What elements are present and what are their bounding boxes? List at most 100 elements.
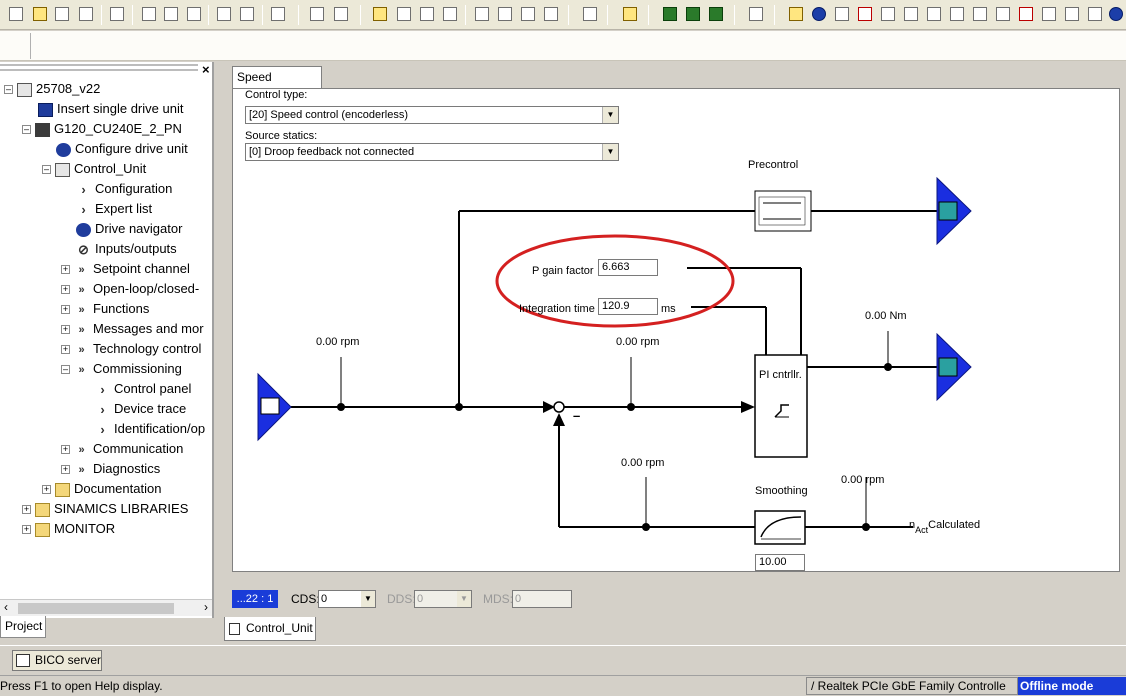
print-icon[interactable] [107,4,127,24]
gear-icon[interactable] [809,4,829,24]
paste-icon[interactable] [184,4,204,24]
tree-item-control-panel[interactable]: › Control panel [95,379,191,399]
tab-speed-controller[interactable]: Speed controller [232,66,322,104]
navigator-icon [76,222,91,237]
expert-list-icon[interactable] [786,4,806,24]
control-type-select[interactable]: [20] Speed control (encoderless) ▼ [245,106,619,124]
curve-icon[interactable] [901,4,921,24]
speed-controller-canvas: Precontrol P gain factor Integration tim… [232,88,1120,572]
tree-item-insert-drive[interactable]: Insert single drive unit [38,99,183,119]
input-connector-icon[interactable] [257,372,292,442]
chevron-down-icon[interactable]: ▼ [602,144,618,160]
tree-item-identification[interactable]: › Identification/op [95,419,205,439]
connect-icon[interactable] [472,4,492,24]
scroll-right-icon[interactable]: › [204,600,208,614]
ramp-icon[interactable] [878,4,898,24]
tree-item-control-unit[interactable]: – Control_Unit [42,159,146,179]
smoothing-time-input[interactable]: 10.00 [755,554,805,571]
tab-project[interactable]: Project [0,616,46,638]
tree-item-configure-drive[interactable]: Configure drive unit [56,139,188,159]
ram-to-rom-icon[interactable] [580,4,600,24]
cds-select[interactable]: 0 ▼ [318,590,376,608]
tree-item-monitor[interactable]: + MONITOR [22,519,115,539]
tree-item-device-trace[interactable]: › Device trace [95,399,186,419]
tree-item-drive[interactable]: – G120_CU240E_2_PN [22,119,182,139]
double-chevron-icon: » [78,263,85,276]
chevron-down-icon[interactable]: ▼ [361,591,375,607]
percent-icon[interactable] [440,4,460,24]
tree-item-drive-navigator[interactable]: Drive navigator [76,219,182,239]
chevron-down-icon: ▼ [457,591,471,607]
tree-item-technology[interactable]: +» Technology control [61,339,201,359]
horizontal-scrollbar[interactable]: ‹ › [0,599,212,616]
panel-grip[interactable] [0,64,198,71]
redo-icon[interactable] [237,4,257,24]
integration-time-input[interactable]: 120.9 [598,298,658,315]
precontrol-block[interactable] [754,190,812,232]
nf-icon[interactable] [947,4,967,24]
brake-icon[interactable] [1016,4,1036,24]
copy-icon[interactable] [161,4,181,24]
uf-icon[interactable] [970,4,990,24]
tree-item-functions[interactable]: +» Functions [61,299,149,319]
scroll-thumb[interactable] [18,603,174,614]
tree-item-commissioning[interactable]: –» Commissioning [61,359,182,379]
status-help-text: Press F1 to open Help display. [0,679,163,693]
x1-icon[interactable] [307,4,327,24]
chevron-down-icon[interactable]: ▼ [602,107,618,123]
integration-time-label: Integration time [519,303,595,315]
precontrol-output-icon[interactable] [936,176,972,246]
tree-item-setpoint[interactable]: +» Setpoint channel [61,259,190,279]
smoothing-icon[interactable] [924,4,944,24]
context-help-icon[interactable] [268,4,288,24]
curve3-icon[interactable] [1062,4,1082,24]
save-icon[interactable] [52,4,72,24]
tree-item-communication[interactable]: +» Communication [61,439,183,459]
tree-item-sinamics-libraries[interactable]: + SINAMICS LIBRARIES [22,499,188,519]
stop-icon[interactable] [1085,4,1105,24]
io-icon[interactable] [993,4,1013,24]
torque-output-icon[interactable] [936,332,972,402]
tree-item-expert-list[interactable]: › Expert list [76,199,152,219]
scroll-left-icon[interactable]: ‹ [4,600,8,614]
download-cpu-icon[interactable] [518,4,538,24]
save-compile-icon[interactable] [76,4,96,24]
motor-icon[interactable] [1106,4,1126,24]
control-panel-icon[interactable] [620,4,640,24]
trace-icon[interactable] [660,4,680,24]
upload-icon[interactable] [495,4,515,24]
undo-icon[interactable] [214,4,234,24]
measure-icon[interactable] [683,4,703,24]
chevron-right-icon: › [100,401,105,417]
status-mode: Offline mode [1018,677,1126,695]
curve2-icon[interactable] [1039,4,1059,24]
close-icon[interactable]: × [202,62,210,77]
device-icon[interactable] [541,4,561,24]
bico-server-button[interactable]: BICO server [12,650,102,671]
limit-icon[interactable] [855,4,875,24]
tree-item-open-loop[interactable]: +» Open-loop/closed- [61,279,199,299]
tree-item-diagnostics[interactable]: +» Diagnostics [61,459,160,479]
new-icon[interactable] [6,4,26,24]
smoothing-block[interactable] [754,510,806,545]
p-gain-input[interactable]: 6.663 [598,259,658,276]
load-to-pg-icon[interactable] [394,4,414,24]
chevron-right-icon: › [100,381,105,397]
xe-icon[interactable] [331,4,351,24]
diagnostics-icon[interactable] [706,4,726,24]
source-statics-select[interactable]: [0] Droop feedback not connected ▼ [245,143,619,161]
double-chevron-icon: » [78,303,85,316]
cut-icon[interactable] [139,4,159,24]
tree-item-documentation[interactable]: + Documentation [42,479,161,499]
tree-item-configuration[interactable]: › Configuration [76,179,172,199]
topology-icon[interactable] [746,4,766,24]
download-icon[interactable] [417,4,437,24]
accessible-nodes-icon[interactable] [370,4,390,24]
tree-item-project[interactable]: –25708_v22 [4,79,100,99]
tree-item-inputs-outputs[interactable]: ⊘ Inputs/outputs [76,239,177,259]
tree-item-messages[interactable]: +» Messages and mor [61,319,204,339]
signal-icon[interactable] [832,4,852,24]
project-tree: × –25708_v22 Insert single drive unit – G… [0,62,214,618]
tab-control-unit[interactable]: Control_Unit [224,617,316,641]
open-icon[interactable] [30,4,50,24]
